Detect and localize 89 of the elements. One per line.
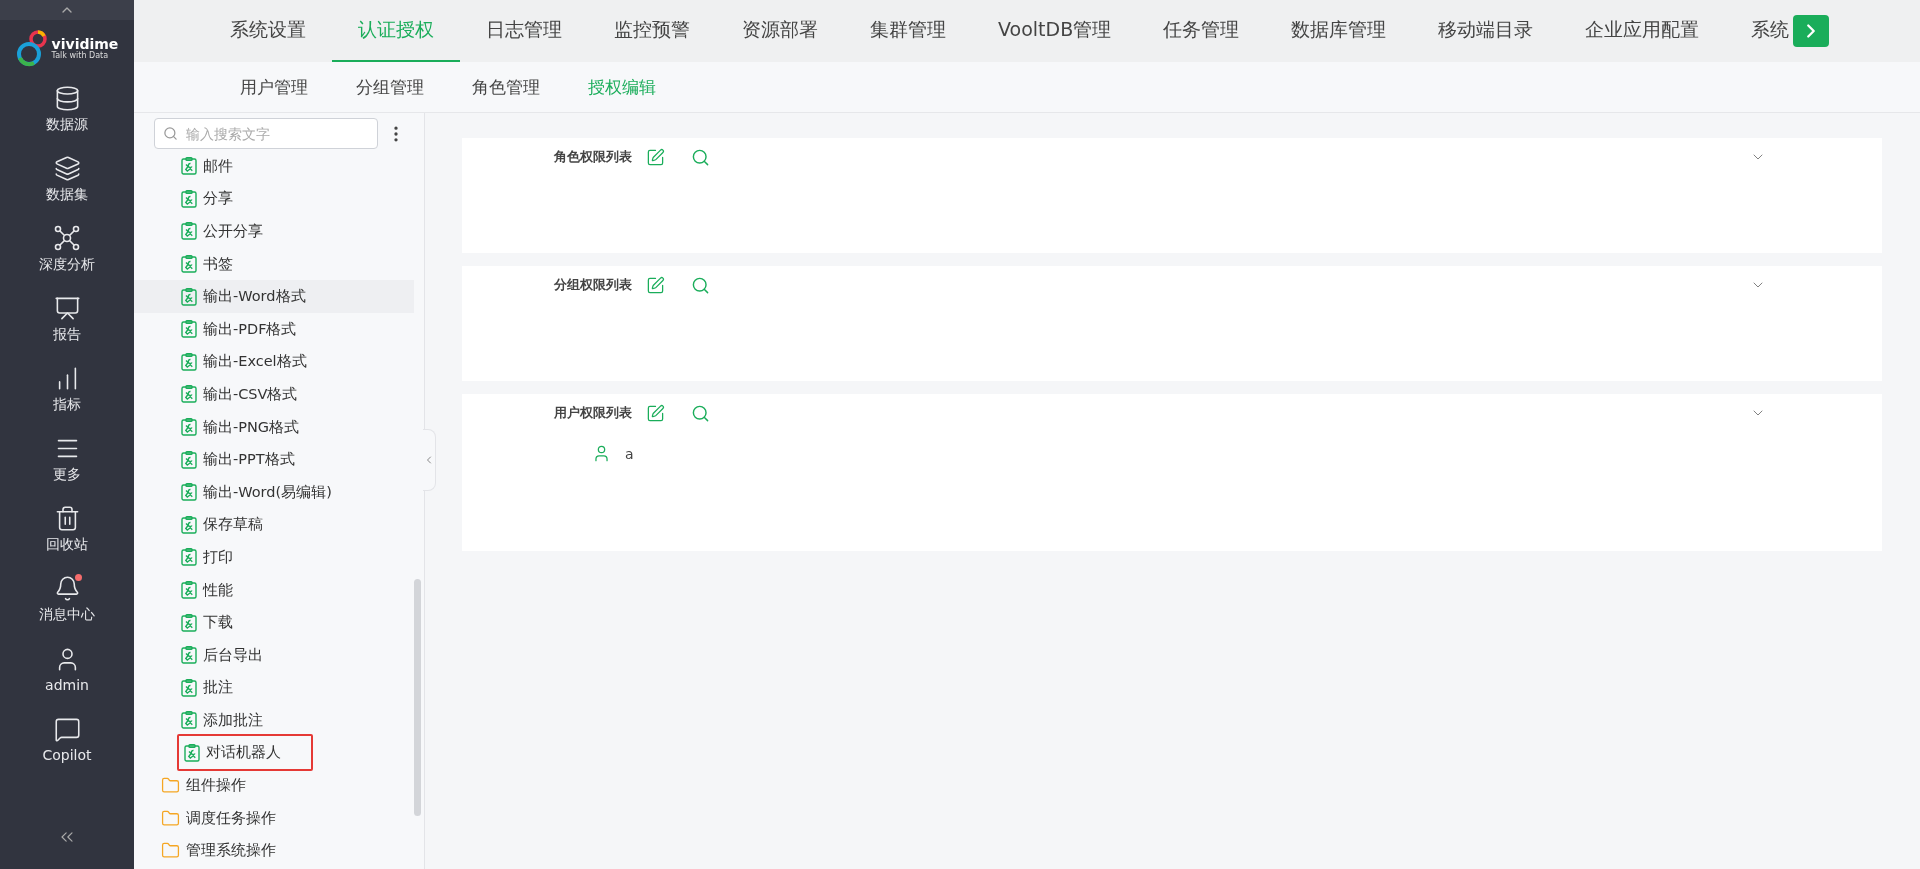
clipboard-wrench-icon [181,483,197,502]
tree-item[interactable]: 输出-Word(易编辑) [134,475,414,509]
user-name: a [625,445,634,462]
search-field[interactable]: 输入搜索文字 [154,118,378,149]
logo-tagline: Talk with Data [51,50,110,60]
nav-tab[interactable]: 任务管理 [1137,0,1266,62]
user-icon [592,444,611,463]
edit-icon[interactable] [646,147,665,167]
sidebar-item[interactable]: 数据源 [46,74,88,144]
tree-item[interactable]: 下载 [134,606,414,639]
tree-item[interactable]: 批注 [134,671,414,705]
tree-item[interactable]: 后台导出 [134,638,414,672]
nav-tab[interactable]: 集群管理 [844,0,972,62]
nav-tab[interactable]: VooltDB管理 [972,0,1138,62]
card-title: 用户权限列表 [554,404,632,422]
card-title: 分组权限列表 [554,276,632,294]
sidebar-item[interactable]: 更多 [53,424,81,494]
tree-item[interactable]: 输出-CSV格式 [134,378,414,411]
clipboard-wrench-icon [181,515,197,534]
folder-icon [161,808,180,828]
search-icon[interactable] [691,403,710,423]
nav-tab[interactable]: 资源部署 [716,0,844,62]
nav-tab[interactable]: 监控预警 [588,0,716,62]
tree-item[interactable]: 对话机器人 [134,736,414,770]
collapse-handle[interactable] [423,429,436,491]
tree-item[interactable]: 输出-PDF格式 [134,312,414,346]
tree-item[interactable]: 输出-Word格式 [134,280,414,313]
edit-icon[interactable] [646,403,665,423]
search-input[interactable]: 输入搜索文字 [184,124,369,143]
clipboard-wrench-icon [181,418,197,437]
tree-item[interactable]: 添加批注 [134,704,414,737]
nav-tab[interactable]: 日志管理 [460,0,588,62]
sub-tab[interactable]: 分组管理 [332,75,448,99]
clipboard-wrench-icon [181,287,197,306]
sub-tab[interactable]: 角色管理 [448,75,564,99]
nav-tab[interactable]: 移动端目录 [1412,0,1560,62]
logo-icon [15,28,50,68]
sidebar-item[interactable]: 消息中心 [39,564,95,634]
sidebar-item[interactable]: 深度分析 [39,214,95,284]
clipboard-wrench-icon [181,613,197,632]
scrollbar-thumb[interactable] [414,579,421,816]
nav-tab[interactable]: 系统 [1725,0,1790,62]
sub-tab[interactable]: 用户管理 [216,75,332,99]
clipboard-wrench-icon [181,450,197,469]
clipboard-wrench-icon [181,385,197,404]
clipboard-wrench-icon [181,222,197,241]
tree-item[interactable]: 打印 [134,541,414,574]
sidebar-item[interactable]: Copilot [42,704,92,774]
sidebar-item[interactable]: 指标 [53,354,81,424]
nav-tab[interactable]: 数据库管理 [1265,0,1413,62]
clipboard-wrench-icon [181,548,197,567]
clipboard-wrench-icon [181,352,197,371]
tree-folder[interactable]: 组件操作 [134,769,414,802]
search-icon [163,126,178,141]
clipboard-wrench-icon [181,157,197,176]
tree-folder[interactable]: 管理系统操作 [134,834,414,868]
clipboard-wrench-icon [184,744,200,762]
logo-name: vividime [51,36,119,51]
nav-tab[interactable]: 企业应用配置 [1559,0,1726,62]
tree-item[interactable]: 公开分享 [134,215,414,248]
network-icon [53,224,81,252]
clipboard-wrench-icon [181,646,197,665]
tree-item[interactable]: 邮件 [134,150,414,183]
edit-icon[interactable] [646,275,665,295]
sidebar-item[interactable]: admin [45,634,89,704]
tree-item[interactable]: 输出-Excel格式 [134,345,414,379]
search-icon[interactable] [691,147,710,167]
tree-item[interactable]: 输出-PPT格式 [134,443,414,476]
clipboard-wrench-icon [181,711,197,730]
tree-item[interactable]: 书签 [134,247,414,281]
tree-folder[interactable]: 调度任务操作 [134,801,414,835]
clipboard-wrench-icon [181,255,197,274]
tree-item[interactable]: 输出-PNG格式 [134,410,414,444]
layers-icon [53,154,81,182]
clipboard-wrench-icon [181,581,197,599]
tree-item[interactable]: 保存草稿 [134,508,414,542]
clipboard-wrench-icon [181,320,197,339]
tree-item[interactable]: 性能 [134,573,414,607]
sidebar-item[interactable]: 回收站 [46,494,88,564]
clipboard-wrench-icon [181,678,197,697]
next-button[interactable] [1793,15,1830,47]
tree-item[interactable]: 分享 [134,182,414,216]
sidebar-item[interactable]: 报告 [53,284,81,354]
search-icon[interactable] [691,275,710,295]
sidebar-item[interactable]: 数据集 [46,144,88,214]
highlight-frame: 对话机器人 [177,734,313,772]
card-title: 角色权限列表 [554,148,632,166]
nav-tab[interactable]: 系统设置 [204,0,332,62]
clipboard-wrench-icon [181,189,197,208]
